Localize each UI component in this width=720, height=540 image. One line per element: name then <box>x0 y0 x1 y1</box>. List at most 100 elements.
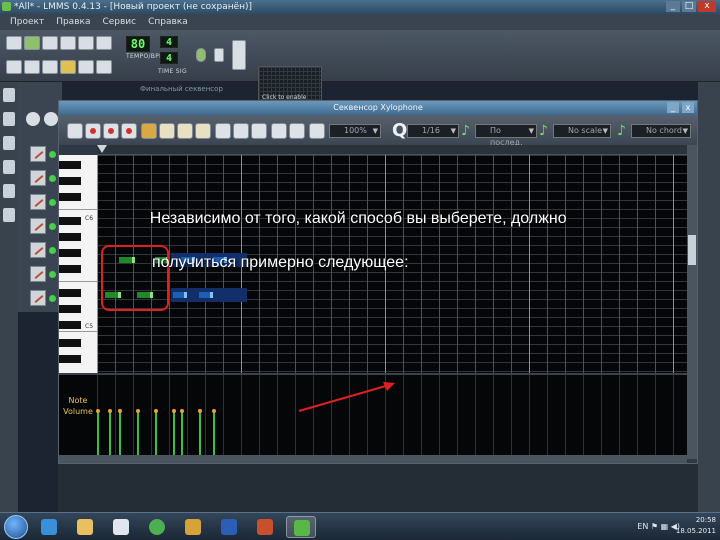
erase-mode-icon[interactable] <box>159 123 175 139</box>
master-pitch-icon[interactable] <box>214 48 224 62</box>
root-directory-icon[interactable] <box>3 208 15 222</box>
velocity-bar[interactable] <box>198 409 202 459</box>
piano-roll-icon[interactable] <box>42 60 58 74</box>
save-project-icon[interactable] <box>78 36 94 50</box>
taskbar-powerpoint[interactable] <box>250 516 280 538</box>
arrow-forward-icon[interactable] <box>289 123 305 139</box>
play-button[interactable] <box>26 112 40 126</box>
note-volume-panel[interactable]: Note Volume <box>59 373 687 461</box>
tempo-display[interactable]: 80 <box>126 36 150 52</box>
velocity-bar[interactable] <box>118 409 122 459</box>
instrument-plugins-icon[interactable] <box>3 88 15 102</box>
track-instrument-icon[interactable] <box>30 218 46 234</box>
piano-key-black[interactable] <box>59 355 81 363</box>
playhead-marker[interactable] <box>97 145 107 153</box>
velocity-bar[interactable] <box>180 409 184 459</box>
time-sig-denominator[interactable]: 4 <box>160 52 178 64</box>
arrow-back-icon[interactable] <box>271 123 287 139</box>
time-sig-numerator[interactable]: 4 <box>160 36 178 48</box>
new-project-icon[interactable] <box>6 36 22 50</box>
chord-combo[interactable]: No chord ▼ <box>631 124 691 138</box>
zoom-combo[interactable]: 100% ▼ <box>329 124 381 138</box>
record-while-playing-icon[interactable] <box>103 123 119 139</box>
song-editor-icon[interactable] <box>6 60 22 74</box>
select-mode-icon[interactable] <box>177 123 193 139</box>
play-icon[interactable] <box>67 123 83 139</box>
vertical-scrollbar[interactable] <box>687 145 697 459</box>
detune-mode-icon[interactable] <box>195 123 211 139</box>
piano-key-black[interactable] <box>59 193 81 201</box>
track-active-led[interactable] <box>49 295 56 302</box>
stop-button[interactable] <box>44 112 58 126</box>
network-icon[interactable]: ▦ <box>661 522 669 531</box>
menu-project[interactable]: Проект <box>10 14 44 30</box>
master-volume-icon[interactable] <box>196 48 206 62</box>
paste-icon[interactable] <box>251 123 267 139</box>
record-icon[interactable] <box>85 123 101 139</box>
my-samples-icon[interactable] <box>3 136 15 150</box>
track-active-led[interactable] <box>49 271 56 278</box>
my-home-icon[interactable] <box>3 184 15 198</box>
menu-tools[interactable]: Сервис <box>102 14 136 30</box>
piano-key-black[interactable] <box>59 161 81 169</box>
velocity-bar[interactable] <box>172 409 176 459</box>
beat-editor-icon[interactable] <box>24 60 40 74</box>
piano-key-black[interactable] <box>59 249 81 257</box>
clock[interactable]: 20:58 18.05.2011 <box>676 515 716 537</box>
velocity-bar[interactable] <box>154 409 158 459</box>
piano-key-black[interactable] <box>59 339 81 347</box>
track-instrument-icon[interactable] <box>30 146 46 162</box>
zoom-tool-icon[interactable] <box>309 123 325 139</box>
quantize-combo[interactable]: 1/16 ▼ <box>407 124 459 138</box>
piano-key-black[interactable] <box>59 217 81 225</box>
taskbar-chrome[interactable] <box>142 516 172 538</box>
track-active-led[interactable] <box>49 175 56 182</box>
track-active-led[interactable] <box>49 223 56 230</box>
taskbar-lmms[interactable] <box>286 516 316 538</box>
velocity-bar[interactable] <box>96 409 100 459</box>
start-button[interactable] <box>4 515 28 539</box>
taskbar-ie[interactable] <box>34 516 64 538</box>
menu-edit[interactable]: Правка <box>56 14 90 30</box>
flag-icon[interactable]: ⚑ <box>651 522 658 531</box>
maximize-button[interactable]: □ <box>682 1 696 12</box>
new-from-template-icon[interactable] <box>24 36 40 50</box>
track-instrument-icon[interactable] <box>30 194 46 210</box>
track-active-led[interactable] <box>49 151 56 158</box>
scrollbar-thumb[interactable] <box>688 235 696 265</box>
minimize-button[interactable]: _ <box>666 1 680 12</box>
export-icon[interactable] <box>96 36 112 50</box>
horizontal-scrollbar[interactable] <box>59 455 687 463</box>
stop-icon[interactable] <box>121 123 137 139</box>
draw-mode-pencil-icon[interactable] <box>141 123 157 139</box>
track-instrument-icon[interactable] <box>30 290 46 306</box>
scale-combo[interactable]: No scale ▼ <box>553 124 611 138</box>
piano-key-black[interactable] <box>59 305 81 313</box>
automation-editor-icon[interactable] <box>60 60 76 74</box>
note-length-combo[interactable]: По послед. ▼ <box>475 124 537 147</box>
open-project-icon[interactable] <box>42 36 58 50</box>
cut-icon[interactable] <box>215 123 231 139</box>
track-instrument-icon[interactable] <box>30 242 46 258</box>
piano-key-black[interactable] <box>59 177 81 185</box>
velocity-bar[interactable] <box>108 409 112 459</box>
close-button[interactable]: x <box>698 1 716 12</box>
my-presets-icon[interactable] <box>3 160 15 174</box>
piano-key-black[interactable] <box>59 289 81 297</box>
piano-key-black[interactable] <box>59 233 81 241</box>
recent-projects-icon[interactable] <box>60 36 76 50</box>
piano-roll-close-button[interactable]: x <box>682 102 694 113</box>
piano-key-black[interactable] <box>59 265 81 273</box>
track-instrument-icon[interactable] <box>30 170 46 186</box>
track-active-led[interactable] <box>49 199 56 206</box>
piano-keyboard[interactable]: C6 C5 <box>59 155 97 373</box>
controller-rack-icon[interactable] <box>96 60 112 74</box>
taskbar-word[interactable] <box>214 516 244 538</box>
track-instrument-icon[interactable] <box>30 266 46 282</box>
taskbar-media[interactable] <box>106 516 136 538</box>
taskbar-explorer[interactable] <box>70 516 100 538</box>
menu-help[interactable]: Справка <box>148 14 188 30</box>
velocity-bar[interactable] <box>136 409 140 459</box>
piano-key-black[interactable] <box>59 321 81 329</box>
copy-icon[interactable] <box>233 123 249 139</box>
